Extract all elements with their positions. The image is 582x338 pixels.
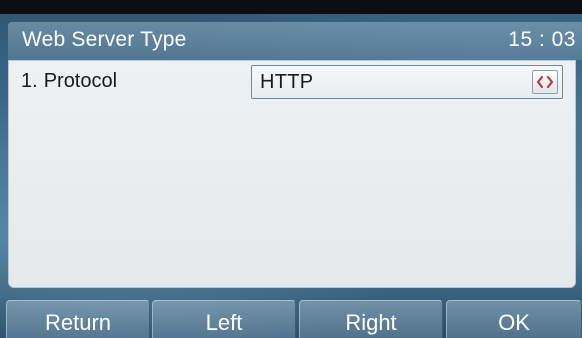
setting-row-protocol[interactable]: 1. Protocol HTTP bbox=[9, 61, 575, 105]
ok-softkey[interactable]: OK bbox=[446, 300, 582, 338]
setting-index: 1. bbox=[21, 70, 38, 92]
protocol-select[interactable]: HTTP bbox=[251, 65, 563, 99]
screen-bezel bbox=[0, 0, 582, 14]
protocol-select-value: HTTP bbox=[260, 71, 314, 93]
right-softkey[interactable]: Right bbox=[299, 300, 443, 338]
return-softkey[interactable]: Return bbox=[6, 300, 150, 338]
title-bar: Web Server Type 15 : 03 bbox=[8, 22, 582, 60]
clock: 15 : 03 bbox=[508, 28, 576, 51]
phone-screen: Web Server Type 15 : 03 1. Protocol HTTP … bbox=[0, 0, 582, 338]
setting-name: Protocol bbox=[43, 70, 118, 92]
setting-label: 1. Protocol bbox=[21, 70, 117, 93]
page-title: Web Server Type bbox=[22, 28, 187, 51]
left-right-arrows-glyph bbox=[536, 75, 554, 89]
settings-panel: 1. Protocol HTTP bbox=[8, 60, 576, 288]
left-right-arrows-icon[interactable] bbox=[532, 70, 558, 94]
softkey-bar: Return Left Right OK bbox=[0, 300, 582, 338]
left-softkey[interactable]: Left bbox=[152, 300, 296, 338]
